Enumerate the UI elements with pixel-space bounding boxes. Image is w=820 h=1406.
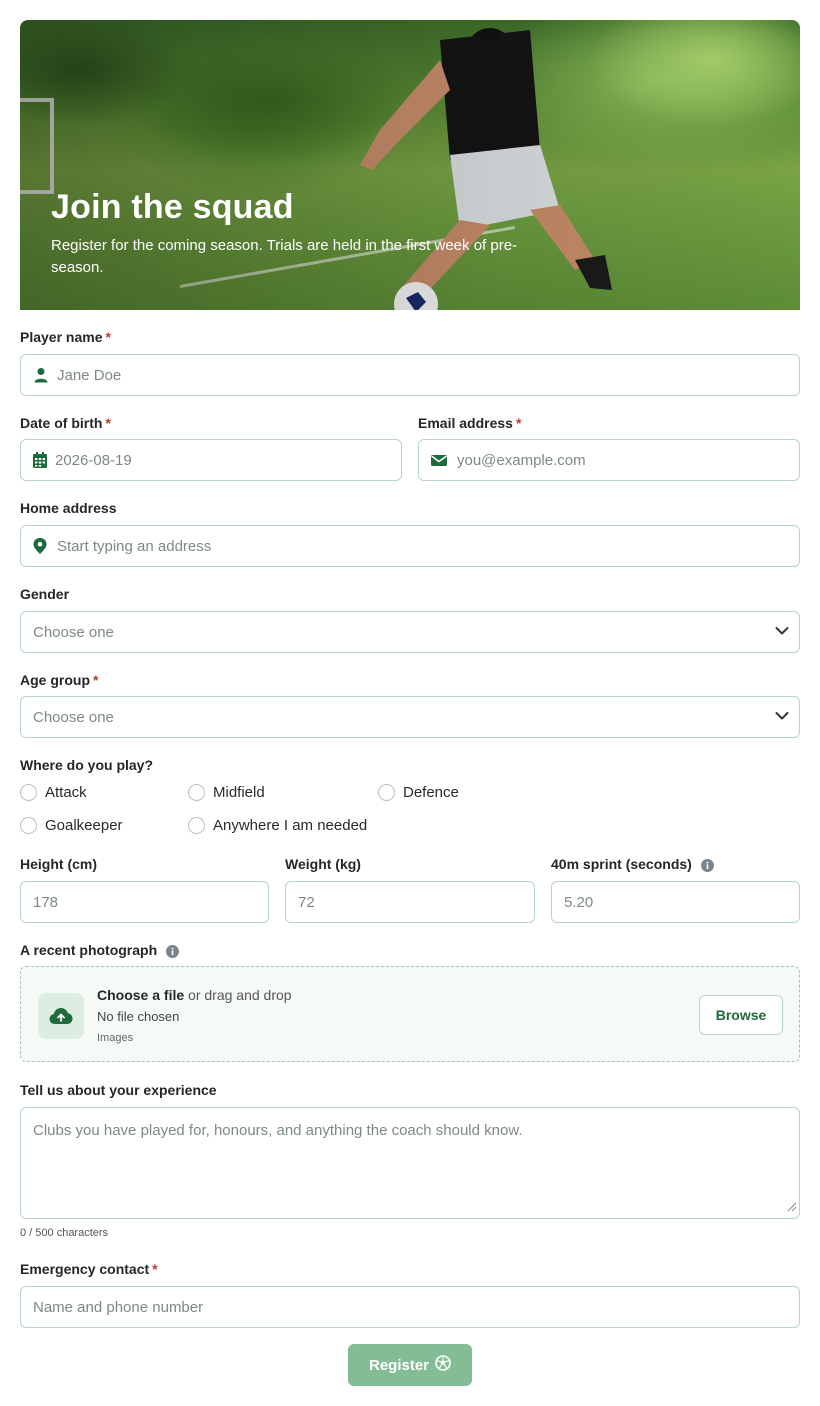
gender-label: Gender	[20, 586, 69, 602]
height-input[interactable]: 178	[20, 881, 269, 923]
weight-label-text: Weight (kg)	[285, 856, 361, 872]
height-label-text: Height (cm)	[20, 856, 97, 872]
character-counter: 0 / 500 characters	[20, 1227, 109, 1239]
page-subtitle: Register for the coming season. Trials a…	[51, 237, 518, 276]
radio-defence[interactable]: Defence	[378, 784, 459, 801]
experience-label: Tell us about your experience	[20, 1082, 217, 1098]
radio-anywhere[interactable]: Anywhere I am needed	[188, 817, 367, 834]
chevron-down-icon	[775, 623, 789, 641]
home-address-placeholder: Start typing an address	[57, 537, 212, 555]
sprint-label: 40m sprint (seconds)	[551, 856, 714, 872]
sprint-label-text: 40m sprint (seconds)	[551, 856, 692, 872]
resize-grip-icon[interactable]	[787, 1199, 797, 1216]
required-mark: *	[93, 672, 99, 688]
player-name-label: Player name *	[20, 329, 111, 345]
gender-select[interactable]: Choose one	[20, 611, 800, 653]
upload-prompt: Choose a file or drag and drop	[97, 987, 292, 1003]
date-of-birth-label-text: Date of birth	[20, 415, 103, 431]
calendar-icon	[33, 452, 49, 468]
emergency-contact-input[interactable]: Name and phone number	[20, 1286, 800, 1328]
radio-midfield[interactable]: Midfield	[188, 784, 265, 801]
gender-selected-value: Choose one	[33, 623, 114, 641]
radio-label: Anywhere I am needed	[213, 817, 368, 834]
sprint-placeholder: 5.20	[564, 893, 594, 911]
cloud-upload-icon	[38, 993, 84, 1039]
register-button-label: Register	[368, 1356, 430, 1374]
info-icon[interactable]	[700, 858, 714, 872]
radio-circle[interactable]	[188, 784, 205, 801]
weight-input[interactable]: 72	[285, 881, 535, 923]
info-icon[interactable]	[166, 944, 180, 958]
choose-file-link[interactable]: Choose a file	[97, 987, 184, 1003]
chevron-down-icon	[775, 708, 789, 726]
football-icon	[435, 1355, 451, 1375]
date-of-birth-placeholder: 2026-08-19	[55, 451, 132, 469]
hero-banner: Join the squad Register for the coming s…	[20, 20, 800, 310]
age-group-label-text: Age group	[20, 672, 90, 688]
height-placeholder: 178	[33, 893, 59, 911]
file-status: No file chosen	[97, 1009, 180, 1024]
register-button[interactable]: Register	[348, 1344, 472, 1386]
radio-label: Defence	[403, 784, 459, 801]
emergency-placeholder: Name and phone number	[33, 1298, 204, 1316]
date-of-birth-label: Date of birth *	[20, 415, 111, 431]
required-mark: *	[105, 415, 111, 431]
player-name-label-text: Player name	[20, 329, 103, 345]
home-address-label: Home address	[20, 500, 116, 516]
weight-label: Weight (kg)	[285, 856, 361, 872]
weight-placeholder: 72	[298, 893, 315, 911]
photo-label: A recent photograph	[20, 942, 180, 958]
email-input[interactable]: you@example.com	[418, 439, 800, 481]
photo-dropzone[interactable]: Choose a file or drag and drop No file c…	[20, 966, 800, 1062]
page-title: Join the squad	[51, 188, 294, 226]
required-mark: *	[515, 415, 522, 431]
gender-label-text: Gender	[20, 586, 70, 602]
age-group-label: Age group *	[20, 672, 98, 688]
photo-label-text: A recent photograph	[20, 942, 158, 958]
emergency-label: Emergency contact *	[20, 1261, 158, 1277]
experience-textarea[interactable]: Clubs you have played for, honours, and …	[20, 1107, 800, 1219]
accepted-types: Images	[97, 1032, 134, 1044]
radio-label: Midfield	[213, 784, 265, 801]
home-address-input[interactable]: Start typing an address	[20, 525, 800, 567]
map-pin-icon	[33, 538, 49, 554]
radio-goalkeeper[interactable]: Goalkeeper	[20, 817, 123, 834]
radio-attack[interactable]: Attack	[20, 784, 87, 801]
email-label: Email address *	[418, 415, 521, 431]
radio-circle[interactable]	[20, 784, 37, 801]
age-group-select[interactable]: Choose one	[20, 696, 800, 738]
email-label-text: Email address	[418, 415, 513, 431]
radio-label: Goalkeeper	[45, 817, 123, 834]
required-mark: *	[152, 1261, 158, 1277]
envelope-icon	[431, 452, 447, 468]
experience-placeholder: Clubs you have played for, honours, and …	[33, 1122, 523, 1139]
height-label: Height (cm)	[20, 856, 97, 872]
user-icon	[33, 367, 49, 383]
email-placeholder: you@example.com	[457, 451, 586, 469]
radio-label: Attack	[45, 784, 87, 801]
sprint-input[interactable]: 5.20	[551, 881, 800, 923]
emergency-label-text: Emergency contact	[20, 1261, 150, 1277]
position-label-text: Where do you play?	[20, 757, 154, 773]
player-name-input[interactable]: Jane Doe	[20, 354, 800, 396]
position-label: Where do you play?	[20, 757, 153, 773]
required-mark: *	[105, 329, 111, 345]
radio-circle[interactable]	[20, 817, 37, 834]
date-of-birth-input[interactable]: 2026-08-19	[20, 439, 402, 481]
age-group-selected-value: Choose one	[33, 708, 114, 726]
radio-circle[interactable]	[378, 784, 395, 801]
experience-label-text: Tell us about your experience	[20, 1082, 217, 1098]
home-address-label-text: Home address	[20, 500, 117, 516]
player-name-placeholder: Jane Doe	[57, 366, 122, 384]
radio-circle[interactable]	[188, 817, 205, 834]
browse-button[interactable]: Browse	[699, 995, 783, 1035]
drag-drop-text: or drag and drop	[188, 987, 292, 1003]
